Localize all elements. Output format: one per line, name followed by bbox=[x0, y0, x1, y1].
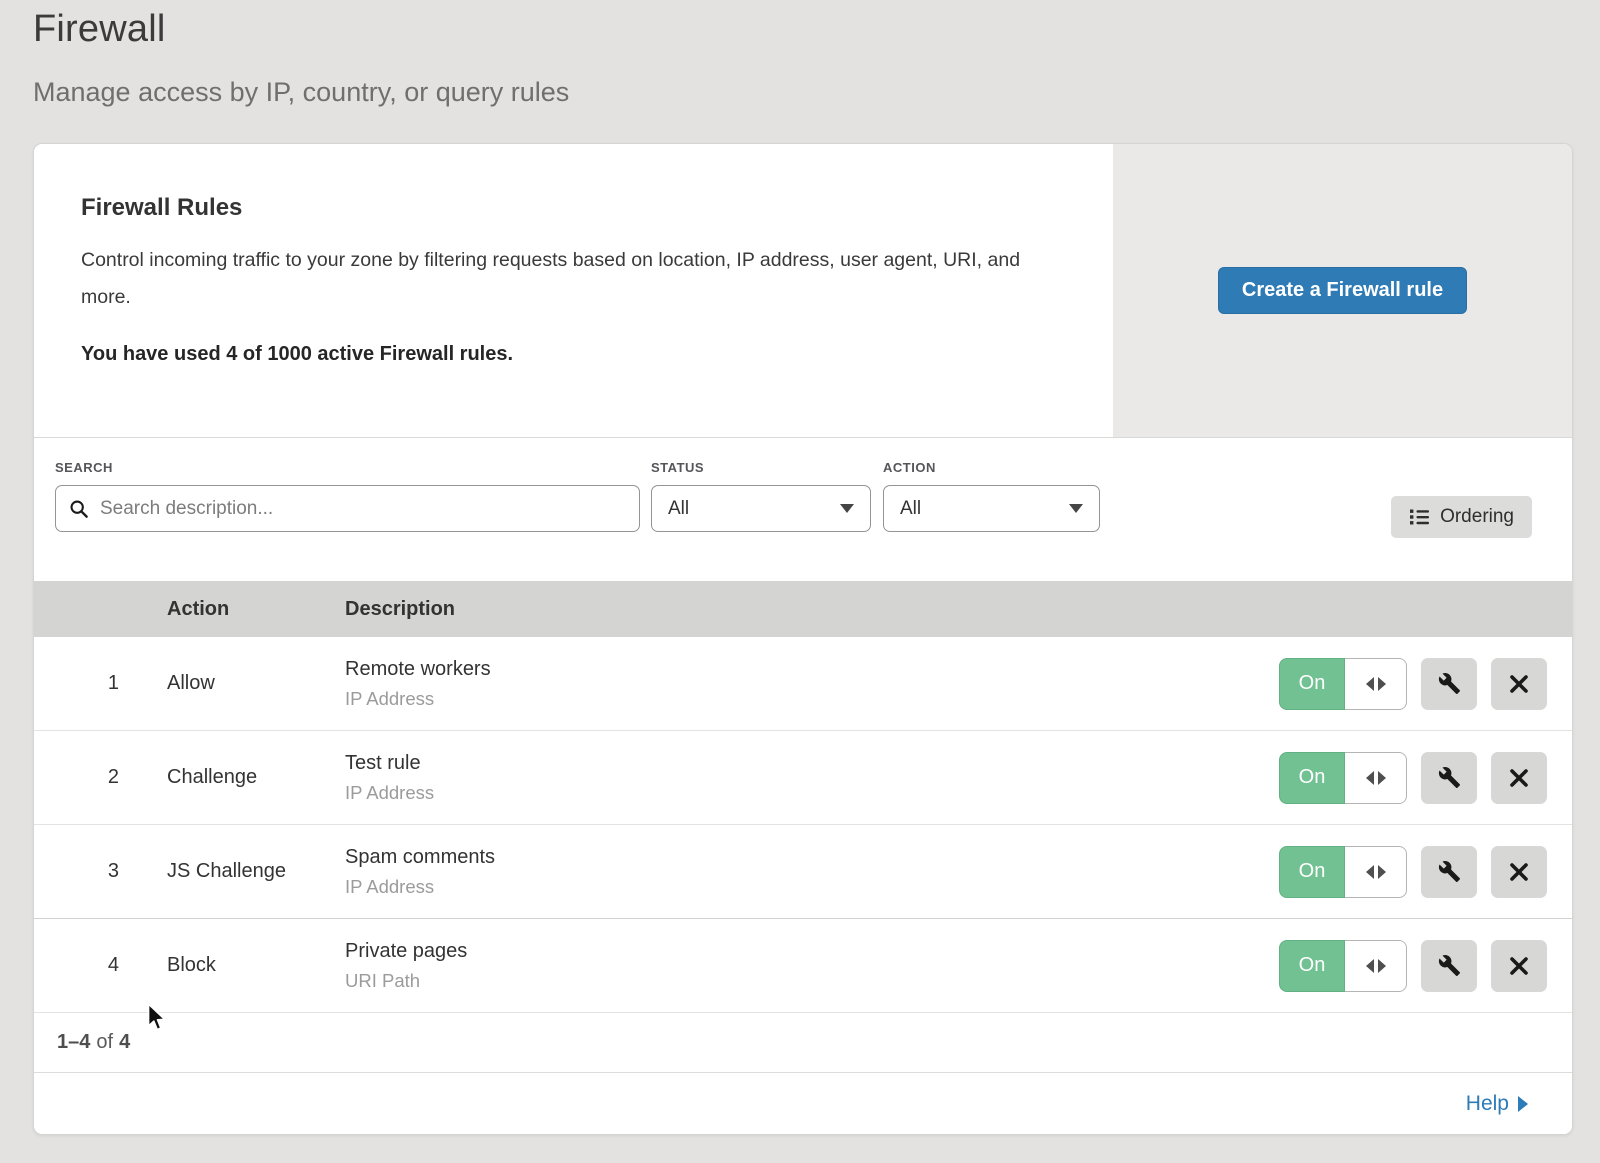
left-right-arrows-icon[interactable] bbox=[1345, 658, 1407, 710]
firewall-rules-info: Firewall Rules Control incoming traffic … bbox=[34, 144, 1113, 437]
panel-heading: Firewall Rules bbox=[81, 194, 1053, 222]
ordering-button[interactable]: Ordering bbox=[1391, 496, 1532, 538]
delete-rule-button[interactable] bbox=[1491, 940, 1547, 992]
toggle-on-label: On bbox=[1279, 752, 1345, 804]
table-row: 4 Block Private pages URI Path On bbox=[34, 919, 1572, 1013]
rule-controls: On bbox=[1279, 658, 1547, 710]
rule-enabled-toggle[interactable]: On bbox=[1279, 752, 1407, 804]
rule-controls: On bbox=[1279, 752, 1547, 804]
status-selected-value: All bbox=[668, 498, 689, 520]
help-link-label: Help bbox=[1466, 1092, 1509, 1116]
rule-priority: 2 bbox=[34, 766, 167, 789]
chevron-right-icon bbox=[1518, 1096, 1528, 1112]
status-label: STATUS bbox=[651, 460, 871, 475]
rule-priority: 3 bbox=[34, 860, 167, 883]
chevron-down-icon bbox=[840, 504, 854, 513]
rule-match-type: IP Address bbox=[345, 876, 1279, 898]
delete-rule-button[interactable] bbox=[1491, 752, 1547, 804]
left-right-arrows-icon[interactable] bbox=[1345, 752, 1407, 804]
rule-enabled-toggle[interactable]: On bbox=[1279, 940, 1407, 992]
firewall-card: Firewall Rules Control incoming traffic … bbox=[33, 143, 1573, 1135]
rule-enabled-toggle[interactable]: On bbox=[1279, 846, 1407, 898]
wrench-icon bbox=[1438, 860, 1461, 883]
action-select[interactable]: All bbox=[883, 485, 1100, 532]
wrench-icon bbox=[1438, 672, 1461, 695]
rule-description-cell: Spam comments IP Address bbox=[345, 846, 1279, 898]
x-icon bbox=[1509, 674, 1529, 694]
page-subtitle: Manage access by IP, country, or query r… bbox=[33, 77, 1600, 108]
left-right-arrows-icon[interactable] bbox=[1345, 940, 1407, 992]
rule-description: Test rule bbox=[345, 752, 1279, 775]
x-icon bbox=[1509, 768, 1529, 788]
edit-rule-button[interactable] bbox=[1421, 658, 1477, 710]
chevron-down-icon bbox=[1069, 504, 1083, 513]
rule-priority: 1 bbox=[34, 672, 167, 695]
description-column-header: Description bbox=[345, 598, 1572, 621]
rule-description: Spam comments bbox=[345, 846, 1279, 869]
pagination: 1–4 of 4 bbox=[34, 1013, 1572, 1073]
delete-rule-button[interactable] bbox=[1491, 846, 1547, 898]
rule-description-cell: Test rule IP Address bbox=[345, 752, 1279, 804]
rule-action: Allow bbox=[167, 672, 345, 695]
edit-rule-button[interactable] bbox=[1421, 752, 1477, 804]
firewall-rules-summary: Firewall Rules Control incoming traffic … bbox=[34, 144, 1572, 438]
rule-description: Private pages bbox=[345, 940, 1279, 963]
table-row: 1 Allow Remote workers IP Address On bbox=[34, 637, 1572, 731]
x-icon bbox=[1509, 862, 1529, 882]
search-input[interactable] bbox=[98, 497, 626, 521]
rule-action: JS Challenge bbox=[167, 860, 345, 883]
rule-priority: 4 bbox=[34, 954, 167, 977]
panel-description: Control incoming traffic to your zone by… bbox=[81, 242, 1031, 316]
action-column-header: Action bbox=[167, 598, 345, 621]
toggle-on-label: On bbox=[1279, 846, 1345, 898]
create-rule-panel: Create a Firewall rule bbox=[1113, 144, 1572, 437]
page-header: Firewall Manage access by IP, country, o… bbox=[0, 0, 1600, 108]
delete-rule-button[interactable] bbox=[1491, 658, 1547, 710]
filters-bar: SEARCH STATUS All ACTION All bbox=[34, 438, 1572, 581]
table-header: Action Description bbox=[34, 581, 1572, 637]
table-row: 2 Challenge Test rule IP Address On bbox=[34, 731, 1572, 825]
status-filter: STATUS All bbox=[651, 460, 871, 532]
mouse-cursor bbox=[147, 1003, 169, 1038]
edit-rule-button[interactable] bbox=[1421, 940, 1477, 992]
edit-rule-button[interactable] bbox=[1421, 846, 1477, 898]
pagination-total: 4 bbox=[119, 1031, 130, 1054]
rules-usage-text: You have used 4 of 1000 active Firewall … bbox=[81, 343, 1053, 366]
rule-controls: On bbox=[1279, 940, 1547, 992]
action-selected-value: All bbox=[900, 498, 921, 520]
create-firewall-rule-button[interactable]: Create a Firewall rule bbox=[1218, 267, 1467, 314]
pagination-range: 1–4 bbox=[57, 1031, 90, 1054]
action-filter: ACTION All bbox=[883, 460, 1100, 532]
rule-match-type: URI Path bbox=[345, 970, 1279, 992]
rule-description: Remote workers bbox=[345, 658, 1279, 681]
status-select[interactable]: All bbox=[651, 485, 871, 532]
card-footer: Help bbox=[34, 1073, 1572, 1134]
pagination-of: of bbox=[96, 1031, 113, 1054]
rule-controls: On bbox=[1279, 846, 1547, 898]
rule-match-type: IP Address bbox=[345, 782, 1279, 804]
search-box bbox=[55, 485, 640, 532]
rule-enabled-toggle[interactable]: On bbox=[1279, 658, 1407, 710]
search-filter: SEARCH bbox=[55, 460, 640, 532]
magnifier-icon bbox=[69, 499, 89, 519]
toggle-on-label: On bbox=[1279, 940, 1345, 992]
rule-description-cell: Private pages URI Path bbox=[345, 940, 1279, 992]
help-link[interactable]: Help bbox=[1466, 1092, 1528, 1116]
action-label: ACTION bbox=[883, 460, 1100, 475]
page-title: Firewall bbox=[33, 8, 1600, 51]
ordering-button-label: Ordering bbox=[1440, 506, 1514, 528]
list-icon bbox=[1409, 507, 1430, 527]
table-row: 3 JS Challenge Spam comments IP Address … bbox=[34, 825, 1572, 919]
x-icon bbox=[1509, 956, 1529, 976]
wrench-icon bbox=[1438, 954, 1461, 977]
rule-action: Challenge bbox=[167, 766, 345, 789]
rule-description-cell: Remote workers IP Address bbox=[345, 658, 1279, 710]
wrench-icon bbox=[1438, 766, 1461, 789]
left-right-arrows-icon[interactable] bbox=[1345, 846, 1407, 898]
rule-action: Block bbox=[167, 954, 345, 977]
rule-match-type: IP Address bbox=[345, 688, 1279, 710]
search-label: SEARCH bbox=[55, 460, 640, 475]
toggle-on-label: On bbox=[1279, 658, 1345, 710]
